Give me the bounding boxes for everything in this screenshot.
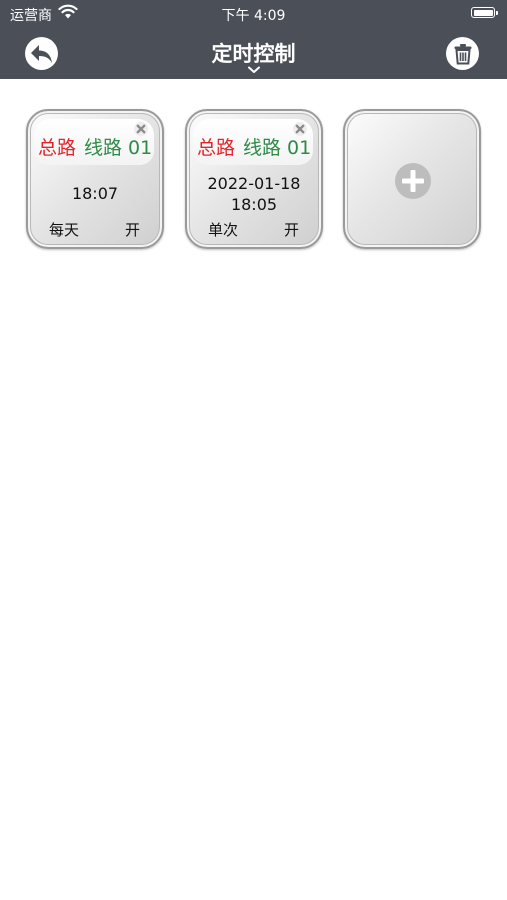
timer-time-block: 2022-01-18 18:05	[187, 173, 321, 215]
trash-icon	[454, 43, 471, 64]
timer-state: 开	[124, 221, 140, 239]
status-bar: 运营商 下午 4:09	[0, 0, 507, 28]
close-icon[interactable]	[293, 122, 307, 136]
line-circuit-label: 线路 01	[243, 137, 312, 159]
timer-state: 开	[283, 221, 299, 239]
timer-repeat: 单次	[208, 221, 239, 239]
delete-button[interactable]	[446, 37, 479, 70]
timer-time: 18:07	[71, 184, 119, 203]
status-time: 下午 4:09	[221, 8, 286, 24]
navigation-bar: 定时控制	[0, 28, 507, 79]
main-circuit-label: 总路	[197, 137, 236, 159]
timer-repeat: 每天	[49, 221, 80, 239]
timer-card[interactable]: 总路 线路 01 18:07 每天 开	[26, 109, 164, 249]
main-circuit-label: 总路	[38, 137, 77, 159]
line-circuit-label: 线路 01	[84, 137, 153, 159]
circuit-label: 总路 线路 01	[38, 133, 152, 160]
add-timer-button[interactable]	[343, 109, 481, 249]
timer-time-block: 18:07	[28, 183, 162, 204]
chevron-down-icon[interactable]	[247, 66, 261, 74]
battery-icon	[471, 7, 498, 18]
timer-card[interactable]: 总路 线路 01 2022-01-18 18:05 单次 开	[185, 109, 323, 249]
timer-time: 18:05	[230, 195, 278, 214]
circuit-label: 总路 线路 01	[197, 133, 311, 160]
close-icon[interactable]	[134, 122, 148, 136]
page-title[interactable]: 定时控制	[0, 38, 507, 68]
plus-circle-icon	[395, 163, 431, 199]
timer-date: 2022-01-18	[207, 174, 301, 193]
